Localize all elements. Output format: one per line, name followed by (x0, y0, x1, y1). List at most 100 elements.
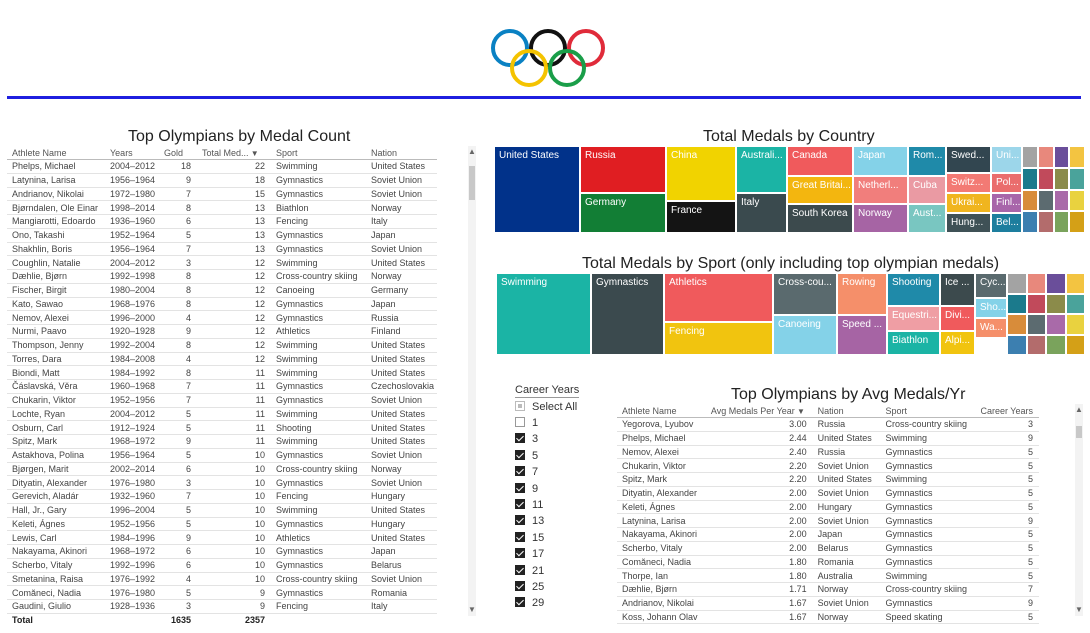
checkbox-checked-icon[interactable] (515, 531, 525, 542)
treemap-tile[interactable] (1007, 314, 1027, 335)
treemap-tile[interactable] (1007, 293, 1027, 314)
table-row[interactable]: Nakayama, Akinori 2.00 Japan Gymnastics 5 (617, 527, 1039, 542)
treemap-tile[interactable] (1053, 189, 1070, 212)
table-row[interactable]: Latynina, Larisa 1956–1964 9 18 Gymnastics So… (7, 173, 437, 188)
column-header[interactable]: Nation (812, 404, 881, 418)
treemap-tile[interactable] (1053, 146, 1070, 168)
treemap-tile[interactable]: France (666, 201, 736, 233)
slicer-item[interactable]: 13 (515, 515, 544, 527)
table-row[interactable]: Scherbo, Vitaly 1992–1996 6 10 Gymnastics Bel… (7, 558, 437, 573)
table-row[interactable]: Čáslavská, Věra 1960–1968 7 11 Gymnastics Cze… (7, 379, 437, 394)
slicer-item[interactable]: 5 (515, 449, 538, 462)
treemap-tile[interactable] (1026, 293, 1046, 314)
treemap-tile[interactable]: Pol... (991, 173, 1022, 193)
column-header[interactable]: Sport (271, 146, 366, 160)
treemap-tile[interactable]: Netherl... (853, 176, 908, 204)
checkbox-icon[interactable] (515, 401, 525, 411)
treemap-tile[interactable]: Biathlon (887, 331, 940, 355)
treemap-tile[interactable] (1065, 314, 1085, 335)
treemap-tile[interactable]: Swimming (496, 273, 591, 355)
treemap-tile[interactable]: Ukrai... (946, 193, 991, 213)
treemap-tile[interactable] (1069, 146, 1085, 168)
table-row[interactable]: Latynina, Larisa 2.00 Soviet Union Gymnasti… (617, 513, 1039, 528)
treemap-tile[interactable]: Norway (853, 204, 908, 233)
treemap-tile[interactable]: Cuba (908, 176, 946, 204)
scroll-thumb[interactable] (469, 166, 475, 200)
table-row[interactable]: Chukarin, Viktor 1952–1956 7 11 Gymnastics So… (7, 393, 437, 408)
treemap-tile[interactable]: Ice ... (940, 273, 975, 306)
treemap-tile[interactable] (1065, 334, 1085, 355)
treemap-tile[interactable]: Russia (580, 146, 666, 193)
table-row[interactable]: Lewis, Carl 1984–1996 9 10 Athletics United S… (7, 530, 437, 545)
treemap-tile[interactable] (1037, 211, 1054, 233)
treemap-tile[interactable] (1022, 189, 1038, 212)
treemap-tile[interactable]: Japan (853, 146, 908, 176)
treemap-tile[interactable]: Speed ... (837, 315, 887, 355)
sport-treemap[interactable]: Swimming Gymnastics Athletics Fencing Cross-… (496, 273, 1085, 355)
table-row[interactable]: Dæhlie, Bjørn 1.71 Norway Cross-country ski… (617, 582, 1039, 597)
table-row[interactable]: Spitz, Mark 2.20 United States Swimming 5 (617, 472, 1039, 487)
checkbox-checked-icon[interactable] (515, 564, 525, 575)
table-row[interactable]: Thompson, Jenny 1992–2004 8 12 Swimming Unite… (7, 338, 437, 353)
table-row[interactable]: Thorpe, Ian 1.80 Australia Swimming 5 (617, 568, 1039, 583)
table-row[interactable]: Phelps, Michael 2.44 United States Swimming… (617, 431, 1039, 446)
treemap-tile[interactable]: Finl... (991, 193, 1022, 213)
slicer-item[interactable]: 11 (515, 499, 543, 511)
avg-medals-table[interactable]: Athlete Name Avg Medals Per Year ▼ Nation S… (617, 404, 1039, 625)
slicer-item[interactable]: 1 (515, 417, 538, 429)
treemap-tile[interactable]: Alpi... (940, 331, 975, 355)
checkbox-checked-icon[interactable] (515, 499, 525, 509)
table-row[interactable]: Chukarin, Viktor 2.20 Soviet Union Gymnasti… (617, 458, 1039, 473)
checkbox-checked-icon[interactable] (515, 449, 525, 460)
slicer-item[interactable]: 15 (515, 531, 544, 544)
table-row[interactable]: Mangiarotti, Edoardo 1936–1960 6 13 Fencing I… (7, 214, 437, 229)
column-header[interactable]: Avg Medals Per Year ▼ (705, 404, 813, 418)
column-header[interactable]: Gold (159, 146, 197, 160)
table-row[interactable]: Gerevich, Aladár 1932–1960 7 10 Fencing Hunga… (7, 489, 437, 504)
treemap-tile[interactable]: Equestri... (887, 306, 940, 331)
checkbox-checked-icon[interactable] (515, 466, 525, 477)
table-row[interactable]: Spitz, Mark 1968–1972 9 11 Swimming United St… (7, 434, 437, 449)
checkbox-checked-icon[interactable] (515, 548, 525, 559)
treemap-tile[interactable]: Divi... (940, 306, 975, 331)
treemap-tile[interactable] (1065, 273, 1085, 294)
table-row[interactable]: Nemov, Alexei 1996–2000 4 12 Gymnastics Russi… (7, 310, 437, 325)
table-row[interactable]: Comăneci, Nadia 1976–1980 5 9 Gymnastics Roma… (7, 585, 437, 600)
treemap-tile[interactable]: Cross-cou... (773, 273, 837, 315)
medal-table-scrollbar[interactable]: ▲ ▼ (468, 146, 476, 616)
column-header[interactable]: Athlete Name (617, 404, 706, 418)
treemap-tile[interactable] (1069, 189, 1085, 212)
treemap-tile[interactable]: Switz... (946, 173, 991, 193)
treemap-tile[interactable]: Swed... (946, 146, 991, 173)
treemap-tile[interactable] (1053, 211, 1070, 233)
table-row[interactable]: Nakayama, Akinori 1968–1972 6 10 Gymnastics J… (7, 544, 437, 559)
checkbox-icon[interactable] (515, 417, 525, 427)
treemap-tile[interactable]: Sho... (975, 298, 1007, 318)
table-row[interactable]: Coughlin, Natalie 2004–2012 3 12 Swimming Uni… (7, 255, 437, 270)
treemap-tile[interactable]: Shooting (887, 273, 940, 306)
treemap-tile[interactable] (1046, 273, 1066, 294)
treemap-tile[interactable]: Great Britai... (787, 176, 853, 204)
slicer-item[interactable]: 9 (515, 482, 538, 495)
treemap-tile[interactable] (1026, 334, 1046, 355)
table-row[interactable]: Phelps, Michael 2004–2012 18 22 Swimming Unit… (7, 159, 437, 174)
table-row[interactable]: Biondi, Matt 1984–1992 8 11 Swimming United S… (7, 365, 437, 380)
table-row[interactable]: Kato, Sawao 1968–1976 8 12 Gymnastics Japan (7, 297, 437, 312)
treemap-tile[interactable] (1022, 211, 1038, 233)
column-header[interactable]: Years (105, 146, 159, 160)
treemap-tile[interactable]: Hung... (946, 213, 991, 233)
treemap-tile[interactable]: Athletics (664, 273, 773, 322)
table-row[interactable]: Astakhova, Polina 1956–1964 5 10 Gymnastics S… (7, 448, 437, 463)
treemap-tile[interactable] (1007, 334, 1027, 355)
table-row[interactable]: Bjørgen, Marit 2002–2014 6 10 Cross-country … (7, 462, 437, 477)
table-row[interactable]: Nurmi, Paavo 1920–1928 9 12 Athletics Finland (7, 324, 437, 339)
treemap-tile[interactable]: Germany (580, 193, 666, 233)
table-row[interactable]: Fischer, Birgit 1980–2004 8 12 Canoeing Germa… (7, 283, 437, 298)
treemap-tile[interactable] (1026, 273, 1046, 294)
treemap-tile[interactable]: Rowing (837, 273, 887, 315)
table-row[interactable]: Lochte, Ryan 2004–2012 5 11 Swimming United S… (7, 407, 437, 422)
column-header[interactable]: Career Years (975, 404, 1039, 418)
table-row[interactable]: Yegorova, Lyubov 3.00 Russia Cross-country … (617, 417, 1039, 432)
treemap-tile[interactable]: Cyc... (975, 273, 1007, 298)
table-row[interactable]: Scherbo, Vitaly 2.00 Belarus Gymnastics 5 (617, 541, 1039, 556)
